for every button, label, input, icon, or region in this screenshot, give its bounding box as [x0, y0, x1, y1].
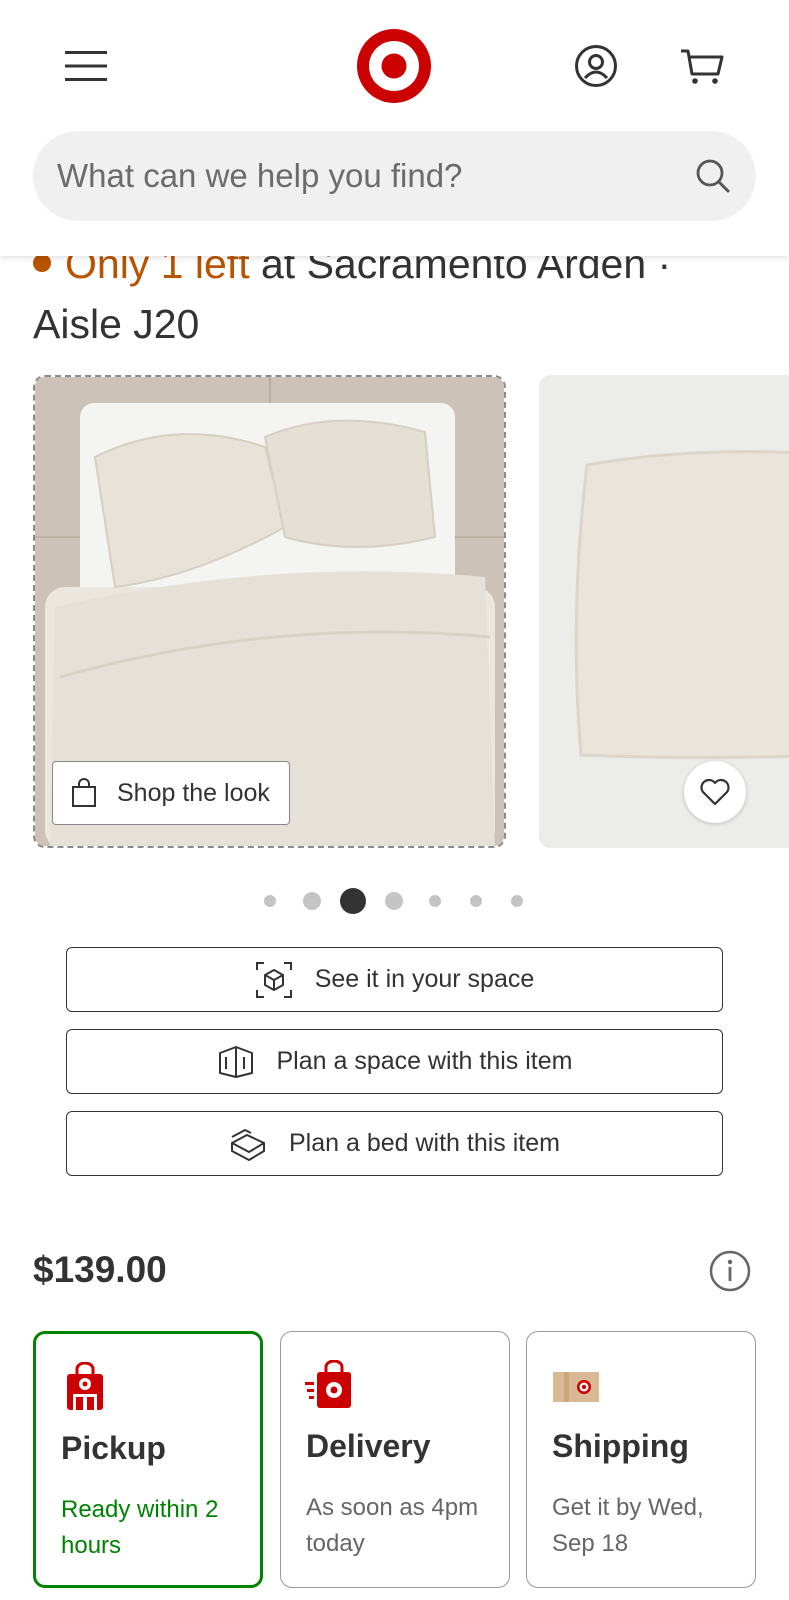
plan-space-button[interactable]: Plan a space with this item: [66, 1029, 723, 1094]
heart-icon: [700, 778, 730, 806]
fulfillment-card-shipping[interactable]: Shipping Get it by Wed, Sep 18: [526, 1331, 756, 1588]
shopping-bag-icon: [72, 778, 96, 807]
bed-plan-icon: [231, 1128, 265, 1161]
account-icon: [575, 45, 617, 87]
fulfillment-subtitle: Get it by Wed, Sep 18: [552, 1494, 704, 1557]
menu-button[interactable]: [60, 40, 112, 92]
search-icon: [696, 159, 730, 193]
pagination-dot[interactable]: [429, 895, 441, 907]
see-in-space-button[interactable]: See it in your space: [66, 947, 723, 1012]
ar-cube-icon: [255, 961, 292, 998]
fulfillment-card-delivery[interactable]: Delivery As soon as 4pm today: [280, 1331, 510, 1588]
product-image-next[interactable]: [539, 375, 789, 848]
pagination-dot[interactable]: [470, 895, 482, 907]
pillow-photo: [539, 375, 789, 848]
gallery-pagination: [0, 886, 789, 916]
fulfillment-subtitle: As soon as 4pm today: [306, 1494, 479, 1557]
hamburger-icon: [65, 51, 107, 81]
cart-icon: [681, 49, 724, 84]
pagination-dot[interactable]: [264, 895, 276, 907]
account-button[interactable]: [570, 40, 622, 92]
fulfillment-card-pickup[interactable]: Pickup Ready within 2 hours: [33, 1331, 263, 1588]
search-button[interactable]: [690, 153, 736, 199]
fulfillment-title: Shipping: [552, 1428, 689, 1464]
plan-bed-label: Plan a bed with this item: [289, 1129, 560, 1157]
image-gallery[interactable]: Shop the look: [33, 375, 789, 848]
fulfillment-title: Pickup: [61, 1430, 166, 1466]
shop-the-look-label: Shop the look: [117, 778, 270, 807]
shop-the-look-button[interactable]: Shop the look: [52, 761, 290, 825]
pagination-dot[interactable]: [511, 895, 523, 907]
see-in-space-label: See it in your space: [314, 965, 535, 993]
favorite-button[interactable]: [684, 761, 746, 823]
pagination-dot[interactable]: [303, 892, 321, 910]
info-icon[interactable]: [708, 1249, 752, 1293]
pagination-dot-active[interactable]: [340, 888, 366, 914]
fulfillment-title: Delivery: [306, 1428, 431, 1464]
delivery-bag-icon: [305, 1360, 351, 1408]
pickup-bag-icon: [67, 1362, 103, 1410]
site-header: [0, 0, 789, 256]
product-image-main[interactable]: Shop the look: [33, 375, 506, 848]
room-plan-icon: [218, 1045, 253, 1078]
cart-button[interactable]: [676, 40, 728, 92]
pagination-dot[interactable]: [385, 892, 403, 910]
fulfillment-subtitle: Ready within 2 hours: [61, 1496, 219, 1559]
shipping-box-icon: [553, 1372, 599, 1402]
search-input[interactable]: [57, 131, 677, 221]
search-bar: [33, 131, 756, 221]
plan-space-label: Plan a space with this item: [276, 1047, 573, 1075]
product-price: $139.00: [33, 1249, 167, 1290]
plan-bed-button[interactable]: Plan a bed with this item: [66, 1111, 723, 1176]
target-logo[interactable]: [356, 28, 432, 104]
stock-dot: [33, 254, 51, 273]
